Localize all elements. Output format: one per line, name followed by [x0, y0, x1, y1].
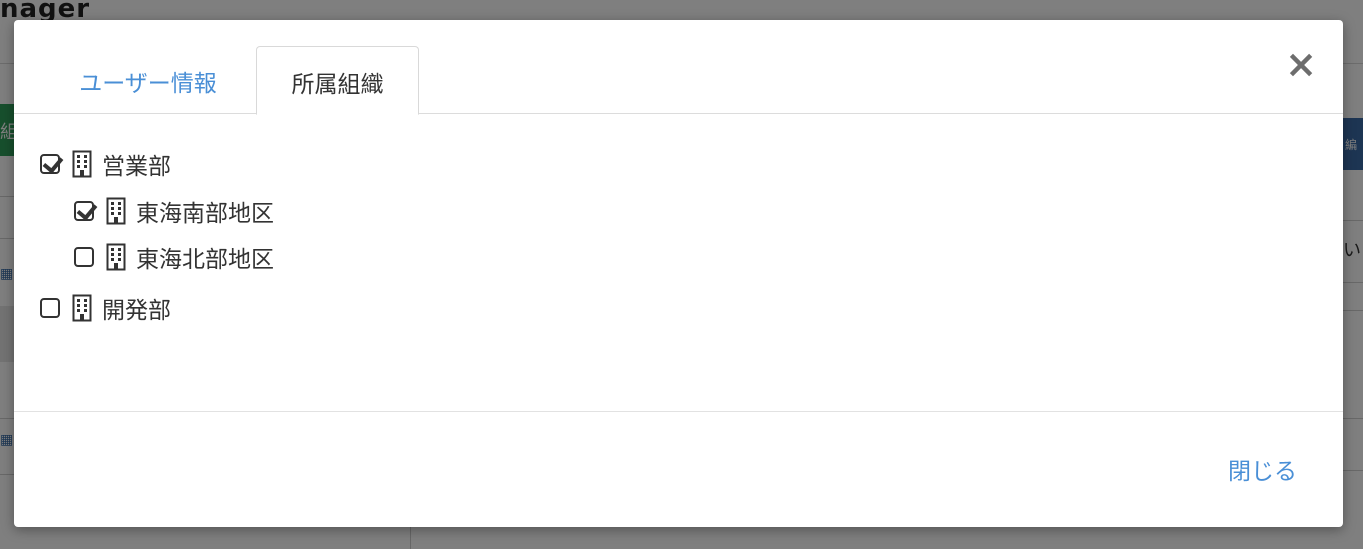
checkbox-tokai-south[interactable] — [74, 201, 94, 221]
building-icon — [72, 150, 92, 178]
checkbox-sales[interactable] — [40, 154, 60, 174]
tree-node-label: 営業部 — [102, 154, 171, 180]
tree-node-label: 開発部 — [102, 298, 171, 324]
tree-node-label: 東海北部地区 — [136, 247, 274, 273]
building-icon — [106, 243, 126, 271]
tree-node-sales: 営業部 — [40, 146, 171, 182]
building-icon — [72, 294, 92, 322]
tree-node-tokai-north: 東海北部地区 — [74, 239, 274, 275]
modal-tabs: ユーザー情報 所属組織 — [14, 20, 1343, 115]
tree-node-tokai-south: 東海南部地区 — [74, 193, 274, 229]
close-icon[interactable]: × — [1283, 45, 1319, 83]
close-button[interactable]: 閉じる — [1228, 452, 1297, 486]
tab-user-info[interactable]: ユーザー情報 — [58, 46, 238, 115]
building-icon — [106, 197, 126, 225]
tab-organization[interactable]: 所属組織 — [256, 46, 419, 115]
checkbox-tokai-north[interactable] — [74, 247, 94, 267]
checkbox-development[interactable] — [40, 298, 60, 318]
modal-footer-divider — [14, 411, 1343, 412]
organization-modal: ユーザー情報 所属組織 × 営業部 東海南部地区 東海北部地区 開発部 閉じる — [14, 20, 1343, 527]
tree-node-development: 開発部 — [40, 290, 171, 326]
tree-node-label: 東海南部地区 — [136, 201, 274, 227]
